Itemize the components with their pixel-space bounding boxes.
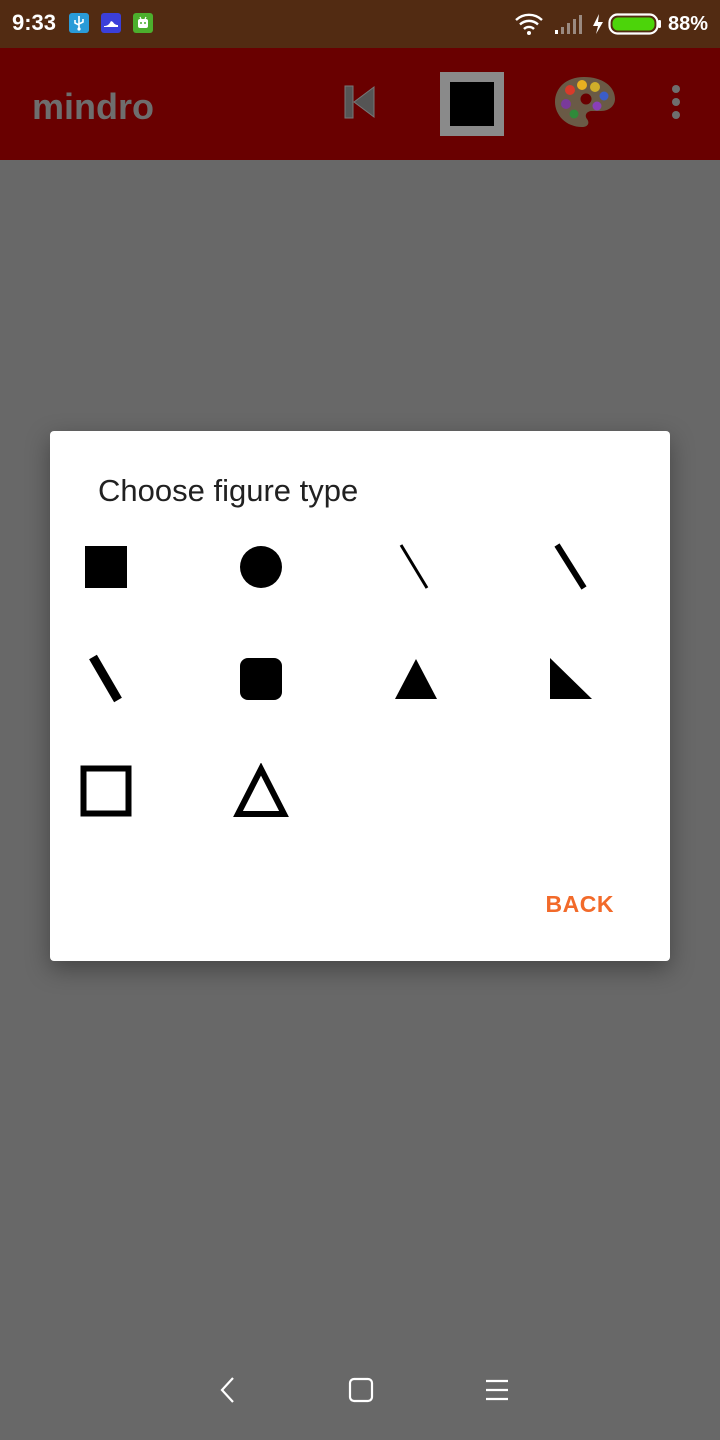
app-title: mindro [32,86,154,127]
figure-option-filled-triangle[interactable] [376,641,456,721]
battery-percent: 88% [667,12,708,35]
wifi-icon [514,12,544,36]
palette-button[interactable] [548,72,620,136]
figure-type-dialog: Choose figure type BACK [50,431,670,961]
skip-previous-icon [343,84,377,125]
filled-square-icon [84,545,128,594]
figure-option-outline-square[interactable] [66,753,146,833]
nav-home-button[interactable] [341,1372,381,1412]
figure-option-thin-line[interactable] [376,529,456,609]
navigation-bar [0,1352,720,1432]
current-shape-button[interactable] [440,72,504,136]
filled-circle-icon [239,545,283,594]
figure-option-filled-circle[interactable] [221,529,301,609]
figure-option-filled-square[interactable] [66,529,146,609]
battery-icon [608,12,662,36]
nav-back-button[interactable] [208,1372,248,1412]
figure-option-outline-triangle[interactable] [221,753,301,833]
figure-option-thick-line[interactable] [66,641,146,721]
back-button[interactable]: BACK [546,891,614,918]
thick-line-icon [84,654,128,709]
outline-square-icon [80,765,132,822]
dialog-title: Choose figure type [98,473,359,508]
back-icon [218,1375,238,1410]
usb-icon [69,13,89,33]
figure-option-right-triangle[interactable] [531,641,611,721]
menu-icon [484,1378,510,1407]
thin-line-icon [394,542,438,597]
overflow-menu-button[interactable] [660,78,692,130]
figure-option-rounded-square[interactable] [221,641,301,721]
app-bar: mindro [0,48,720,160]
outline-triangle-icon [233,761,289,824]
status-time: 9:33 [12,10,57,35]
filled-triangle-icon [394,657,438,706]
figure-option-medium-line[interactable] [531,529,611,609]
home-icon [348,1377,374,1408]
current-shape-square-icon [450,82,494,126]
signal-icon [554,13,586,35]
charging-icon [592,13,604,35]
nav-menu-button[interactable] [477,1372,517,1412]
status-bar: 9:33 88% [0,0,720,48]
shoe-icon [101,13,121,33]
skip-previous-button[interactable] [332,78,388,130]
android-icon [133,13,153,33]
right-triangle-icon [549,657,593,706]
rounded-square-icon [239,657,283,706]
palette-icon [552,74,616,135]
more-vert-icon [670,84,682,125]
medium-line-icon [549,542,593,597]
status-right: 88% [514,8,708,40]
